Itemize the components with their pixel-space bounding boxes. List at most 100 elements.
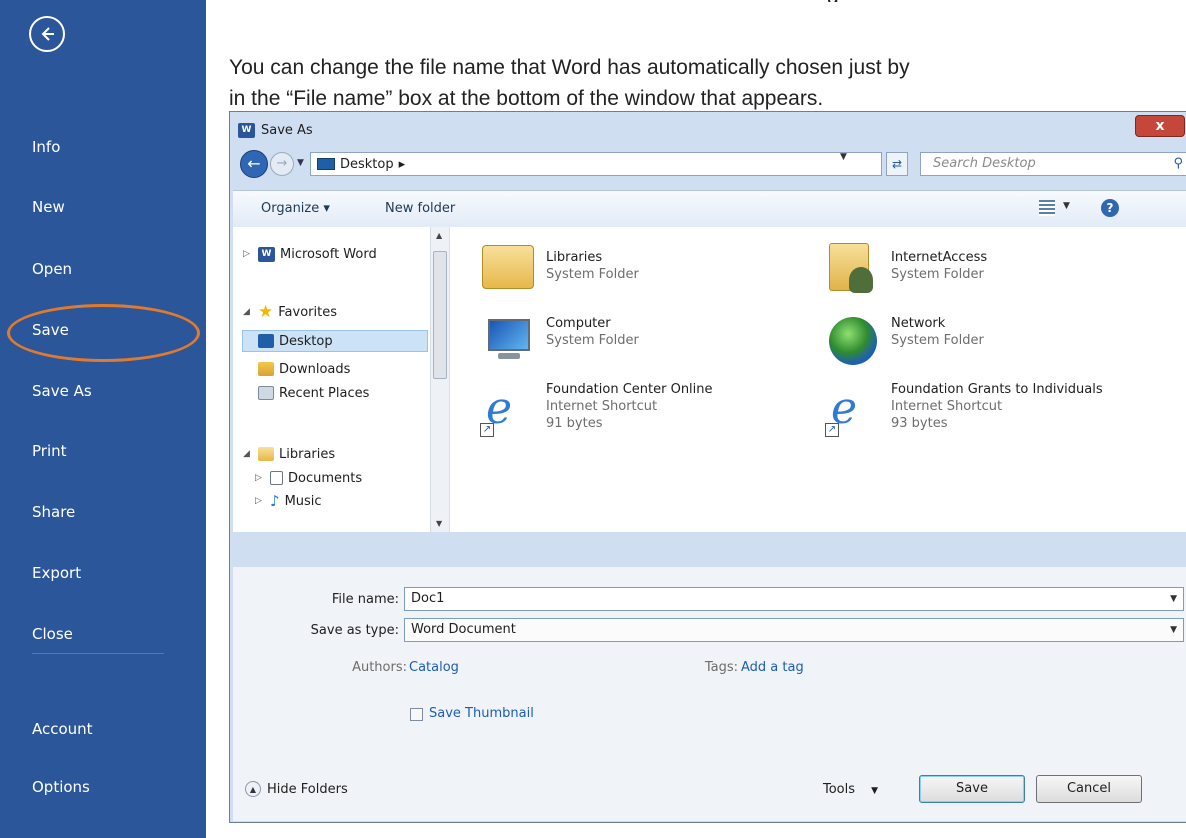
refresh-icon[interactable]: ⇄ (886, 152, 908, 176)
file-item[interactable]: InternetAccess System Folder (825, 239, 987, 295)
libraries-folder-icon (480, 239, 536, 295)
star-icon: ★ (258, 302, 274, 322)
backstage-item-close[interactable]: Close (0, 611, 206, 657)
file-item[interactable]: Computer System Folder (480, 313, 639, 369)
save-as-type-dropdown-icon[interactable]: ▼ (1170, 619, 1177, 641)
file-name: Network (891, 316, 946, 331)
authors-link[interactable]: Catalog (409, 660, 459, 675)
backstage-item-export[interactable]: Export (0, 550, 206, 596)
scroll-down-icon[interactable]: ▼ (436, 519, 442, 528)
save-as-type-label: Save as type: (310, 623, 399, 638)
expand-arrow-icon[interactable]: ▷ (243, 249, 253, 259)
desktop-icon (258, 334, 274, 348)
tree-item-documents[interactable]: ▷ Documents (255, 467, 362, 489)
scroll-up-icon[interactable]: ▲ (436, 231, 442, 240)
address-location[interactable]: Desktop (340, 157, 394, 172)
backstage-item-print[interactable]: Print (0, 428, 206, 474)
tree-label: Music (284, 493, 322, 509)
recent-places-icon (258, 386, 274, 400)
help-icon[interactable]: ? (1101, 199, 1119, 217)
save-form: File name: Doc1 ▼ Save as type: Word Doc… (233, 567, 1186, 821)
view-options-icon[interactable] (1039, 200, 1055, 216)
address-separator-icon[interactable]: ▸ (399, 157, 406, 172)
instruction-line-1: You can change the file name that Word h… (229, 56, 910, 79)
tree-label: Libraries (279, 446, 336, 462)
tools-label: Tools (823, 782, 856, 797)
file-type: Internet Shortcut (546, 399, 658, 414)
backstage-item-options[interactable]: Options (0, 764, 206, 810)
view-dropdown-icon[interactable]: ▼ (1063, 201, 1070, 211)
back-arrow-icon[interactable] (29, 16, 65, 52)
tree-item-downloads[interactable]: Downloads (243, 358, 350, 380)
save-thumbnail-label[interactable]: Save Thumbnail (429, 706, 534, 721)
file-name: InternetAccess (891, 250, 988, 265)
address-dropdown-icon[interactable]: ▼ (840, 152, 847, 162)
back-nav-icon[interactable]: ← (240, 150, 268, 178)
instruction-top-fragment: g (827, 0, 967, 2)
tags-label: Tags: (704, 660, 738, 675)
libraries-folder-icon (258, 447, 274, 461)
file-type: System Folder (546, 333, 639, 348)
expand-arrow-icon[interactable]: ▷ (255, 496, 265, 506)
tree-label: Downloads (279, 361, 351, 377)
tree-item-favorites[interactable]: ◢ ★ Favorites (243, 301, 337, 323)
backstage-item-info[interactable]: Info (0, 124, 206, 170)
backstage-item-share[interactable]: Share (0, 489, 206, 535)
word-app-icon: W (258, 246, 275, 262)
search-icon[interactable]: ⚲ (1173, 153, 1183, 175)
hide-folders-toggle[interactable]: ▲ Hide Folders (245, 781, 348, 797)
organize-button[interactable]: Organize ▾ (261, 201, 330, 216)
file-name-value[interactable]: Doc1 (411, 591, 444, 606)
tree-item-desktop[interactable]: Desktop (242, 330, 428, 352)
nav-pane-scrollbar[interactable]: ▲ ▼ (430, 227, 449, 532)
file-name-dropdown-icon[interactable]: ▼ (1170, 588, 1177, 610)
recent-locations-dropdown-icon[interactable]: ▼ (297, 158, 304, 168)
word-app-icon: W (238, 122, 255, 138)
file-type: System Folder (891, 267, 984, 282)
expand-arrow-icon[interactable]: ▷ (255, 473, 265, 483)
new-folder-button[interactable]: New folder (385, 201, 455, 216)
file-name: Libraries (546, 250, 603, 265)
scrollbar-thumb[interactable] (433, 251, 447, 379)
search-input[interactable]: Search Desktop ⚲ (920, 152, 1186, 176)
file-type: System Folder (891, 333, 984, 348)
collapse-arrow-icon[interactable]: ◢ (243, 307, 253, 317)
forward-nav-icon[interactable]: → (270, 152, 294, 176)
backstage-item-save-as[interactable]: Save As (0, 368, 206, 414)
save-button[interactable]: Save (919, 775, 1025, 803)
authors-label: Authors: (352, 660, 407, 675)
backstage-item-account[interactable]: Account (0, 706, 206, 752)
tree-item-microsoft-word[interactable]: ▷ W Microsoft Word (243, 243, 377, 265)
file-name-field[interactable]: Doc1 ▼ (404, 587, 1184, 611)
file-type: Internet Shortcut (891, 399, 1003, 414)
tree-item-music[interactable]: ▷ ♪ Music (255, 490, 322, 512)
instruction-text: You can change the file name that Word h… (229, 52, 1186, 114)
address-bar[interactable]: Desktop ▸ (310, 152, 882, 176)
save-as-type-select[interactable]: Word Document ▼ (404, 618, 1184, 642)
tools-button[interactable]: Tools ▼ (823, 782, 878, 797)
tree-item-recent-places[interactable]: Recent Places (243, 382, 369, 404)
tags-link[interactable]: Add a tag (741, 660, 804, 675)
save-as-type-value[interactable]: Word Document (411, 622, 516, 637)
file-name: Computer (546, 316, 611, 331)
save-as-dialog: W Save As x ← → ▼ Desktop ▸ ▼ ⇄ Search D… (229, 111, 1186, 823)
close-button[interactable]: x (1135, 115, 1185, 137)
collapse-arrow-icon[interactable]: ◢ (243, 449, 253, 459)
backstage-item-open[interactable]: Open (0, 246, 206, 292)
backstage-divider (32, 653, 164, 654)
tree-item-libraries[interactable]: ◢ Libraries (243, 443, 335, 465)
file-item[interactable]: Network System Folder (825, 313, 984, 369)
file-item[interactable]: e ↗ Foundation Grants to Individuals Inte… (825, 381, 1103, 437)
computer-icon (480, 313, 536, 369)
internet-explorer-icon: e ↗ (480, 381, 536, 437)
file-item[interactable]: e ↗ Foundation Center Online Internet Sho… (480, 381, 713, 437)
save-thumbnail-checkbox[interactable] (410, 708, 423, 721)
desktop-icon (317, 158, 335, 170)
internet-explorer-icon: e ↗ (825, 381, 881, 437)
file-list: Libraries System Folder InternetAccess S… (450, 227, 1186, 532)
dialog-title: Save As (261, 122, 313, 138)
cancel-button[interactable]: Cancel (1036, 775, 1142, 803)
backstage-item-new[interactable]: New (0, 184, 206, 230)
file-item[interactable]: Libraries System Folder (480, 239, 639, 295)
file-type: System Folder (546, 267, 639, 282)
